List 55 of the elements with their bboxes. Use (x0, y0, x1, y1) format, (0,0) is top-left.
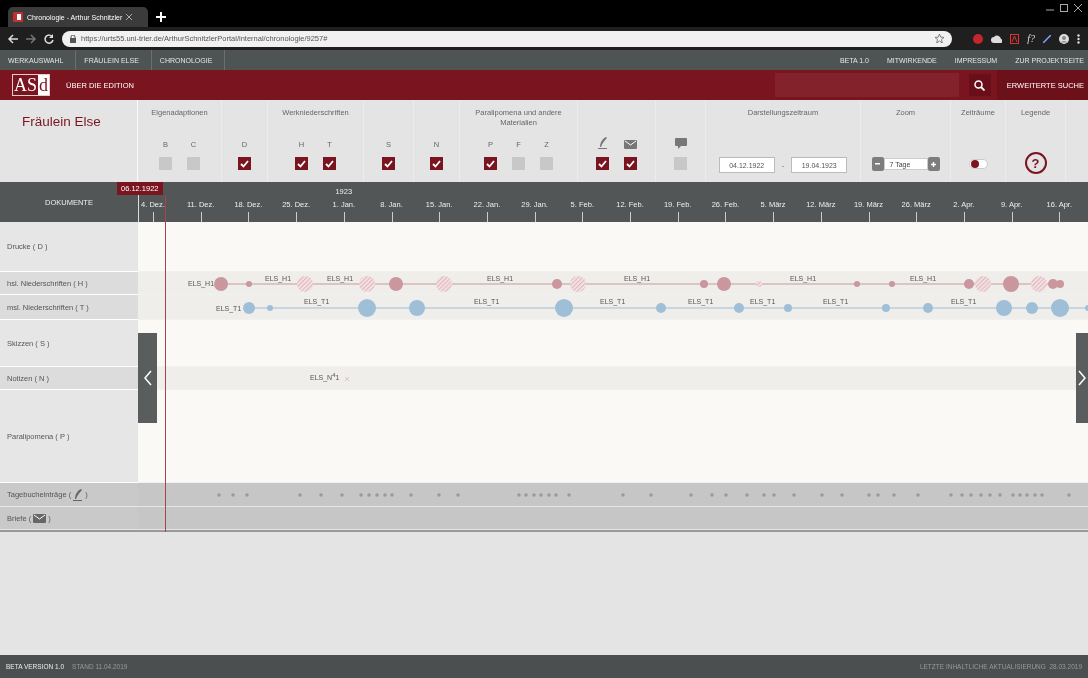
help-button[interactable]: ? (1024, 152, 1047, 174)
star-icon[interactable] (935, 34, 944, 43)
checkbox[interactable] (159, 157, 172, 170)
profile-icon[interactable] (1059, 33, 1069, 44)
checkbox[interactable] (484, 157, 497, 170)
checkbox[interactable] (624, 157, 637, 170)
checkmark-icon (384, 159, 393, 168)
plus-icon (931, 161, 936, 167)
next-button[interactable] (1076, 333, 1088, 423)
checkmark-icon (598, 159, 607, 168)
back-icon[interactable] (8, 33, 18, 44)
checkmark-icon (240, 159, 249, 168)
reload-icon[interactable] (44, 33, 54, 44)
extension-label[interactable]: f? (1027, 33, 1035, 44)
cloud-icon[interactable] (991, 34, 1003, 43)
checkbox[interactable] (596, 157, 609, 170)
speech-bubble-icon (674, 138, 687, 149)
lock-icon (70, 34, 76, 43)
favicon-icon (13, 12, 23, 22)
close-icon[interactable] (1074, 4, 1082, 12)
pen-icon[interactable] (1043, 34, 1051, 43)
checkmark-icon (486, 159, 495, 168)
checkmark-icon (626, 159, 635, 168)
cross-icon (345, 377, 349, 381)
checkbox[interactable] (674, 157, 687, 170)
new-tab-icon[interactable] (156, 12, 166, 22)
checkmark-icon (432, 159, 441, 168)
chevron-left-icon (143, 370, 152, 386)
checkmark-icon (297, 159, 306, 168)
maximize-icon[interactable] (1060, 4, 1068, 12)
envelope-icon (33, 513, 47, 523)
envelope-icon (624, 140, 637, 149)
chevron-right-icon (1078, 370, 1086, 386)
checkbox[interactable] (295, 157, 308, 170)
checkbox[interactable] (323, 157, 336, 170)
forward-icon[interactable] (26, 33, 36, 44)
quill-icon (73, 488, 84, 501)
menu-icon[interactable] (1077, 33, 1080, 44)
checkbox[interactable] (540, 157, 553, 170)
checkbox[interactable] (382, 157, 395, 170)
checkbox[interactable] (512, 157, 525, 170)
checkbox[interactable] (238, 157, 251, 170)
search-button[interactable] (968, 74, 991, 96)
search-icon (974, 79, 986, 91)
extension-icon[interactable] (973, 33, 984, 44)
document-icon[interactable] (1010, 33, 1020, 44)
quill-icon (597, 137, 608, 149)
checkbox[interactable] (187, 157, 200, 170)
minus-button[interactable] (871, 157, 884, 171)
toggle-switch[interactable] (968, 159, 988, 169)
minus-icon (875, 163, 880, 165)
checkmark-icon (325, 159, 334, 168)
close-icon[interactable] (126, 14, 133, 20)
site-logo[interactable]: ASd (12, 74, 50, 96)
checkbox[interactable] (430, 157, 443, 170)
